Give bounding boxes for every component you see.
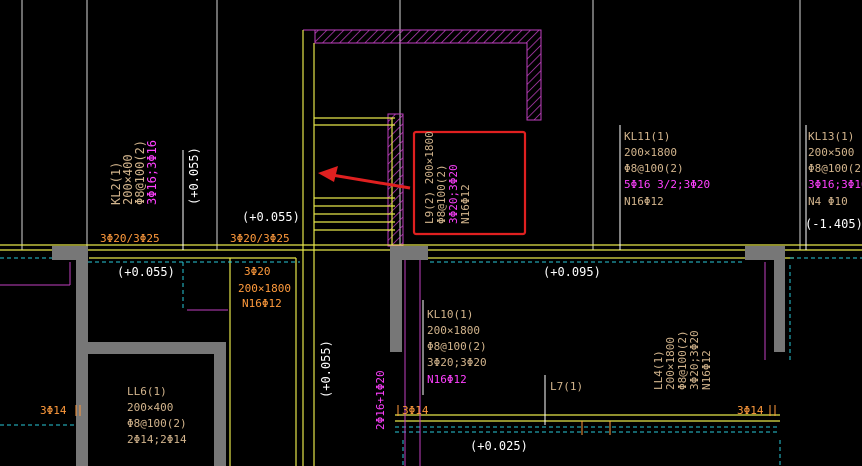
beam-under-side: N16Φ12 (242, 297, 282, 310)
kl10-name: KL10(1) (427, 308, 473, 321)
ll4-annotation: LL4(1) 200×1800 Φ8@100(2) 3Φ20;3Φ20 N16Φ… (652, 330, 713, 390)
kl13-rebar: 3Φ16;3Φ16 (808, 178, 862, 191)
elevation-label-right: (+0.095) (543, 265, 601, 279)
kl2-elevation: (+0.055) (187, 147, 201, 205)
kl10-annotation: KL10(1) 200×1800 Φ8@100(2) 3Φ20;3Φ20 N16… (427, 308, 487, 386)
kl10-rebar: 3Φ20;3Φ20 (427, 356, 487, 369)
ll6-name: LL6(1) (127, 385, 167, 398)
kl2-rebar: 3Φ16;3Φ16 (145, 140, 159, 205)
beam-under-annotation: 3Φ20 200×1800 N16Φ12 (238, 265, 291, 310)
kl10-side: N16Φ12 (427, 373, 467, 386)
kl11-name: KL11(1) (624, 130, 670, 143)
ll6-annotation: LL6(1) 200×400 Φ8@100(2) 2Φ14;2Φ14 (127, 385, 187, 446)
kl11-stirrup: Φ8@100(2) (624, 162, 684, 175)
kl10-size: 200×1800 (427, 324, 480, 337)
elevation-label-bottom: (+0.025) (470, 439, 528, 453)
kl11-size: 200×1800 (624, 146, 677, 159)
kl13-name: KL13(1) (808, 130, 854, 143)
l7-label: L7(1) (550, 380, 583, 393)
rebar-3phi14-left: 3Φ14 (40, 404, 67, 417)
rebar-label-mid: 3Φ20/3Φ25 (230, 232, 290, 245)
kl13-stirrup: Φ8@100(2) (808, 162, 862, 175)
ll6-size: 200×400 (127, 401, 173, 414)
kl11-side: N16Φ12 (624, 195, 664, 208)
rebar-label-left: 3Φ20/3Φ25 (100, 232, 160, 245)
ll6-stirrup: Φ8@100(2) (127, 417, 187, 430)
elevation-label-vertical: (+0.055) (319, 340, 333, 398)
elevation-label-left: (+0.055) (117, 265, 175, 279)
kl2-annotation: KL2(1) 200×400 Φ8@100(2) 3Φ16;3Φ16 (109, 140, 159, 205)
kl13-elevation: (-1.405) (805, 217, 862, 231)
kl13-annotation: KL13(1) 200×500 Φ8@100(2) 3Φ16;3Φ16 N4 Φ… (805, 130, 862, 231)
beam-under-rebar: 3Φ20 (244, 265, 271, 278)
rebar-3phi14-right: 3Φ14 (737, 404, 764, 417)
magenta-guides (0, 255, 766, 466)
ll4-side: N16Φ12 (700, 350, 713, 390)
kl13-side: N4 Φ10 (808, 195, 848, 208)
cad-drawing-canvas[interactable]: KL2(1) 200×400 Φ8@100(2) 3Φ16;3Φ16 (+0.0… (0, 0, 862, 466)
beam-under-size: 200×1800 (238, 282, 291, 295)
kl11-rebar: 5Φ16 3/2;3Φ20 (624, 178, 710, 191)
elevation-label-top: (+0.055) (242, 210, 300, 224)
l9-annotation: L9(2) 200×1800 Φ8@100(2) 3Φ20;3Φ20 N16Φ1… (423, 131, 472, 224)
kl13-size: 200×500 (808, 146, 854, 159)
rebar-3phi14-mid: 3Φ14 (402, 404, 429, 417)
kl11-annotation: KL11(1) 200×1800 Φ8@100(2) 5Φ16 3/2;3Φ20… (624, 130, 710, 208)
kl10-stirrup: Φ8@100(2) (427, 340, 487, 353)
rebar-label-vertical: 2Φ16+1Φ20 (374, 370, 387, 430)
l9-side: N16Φ12 (459, 184, 472, 224)
ll6-rebar: 2Φ14;2Φ14 (127, 433, 187, 446)
